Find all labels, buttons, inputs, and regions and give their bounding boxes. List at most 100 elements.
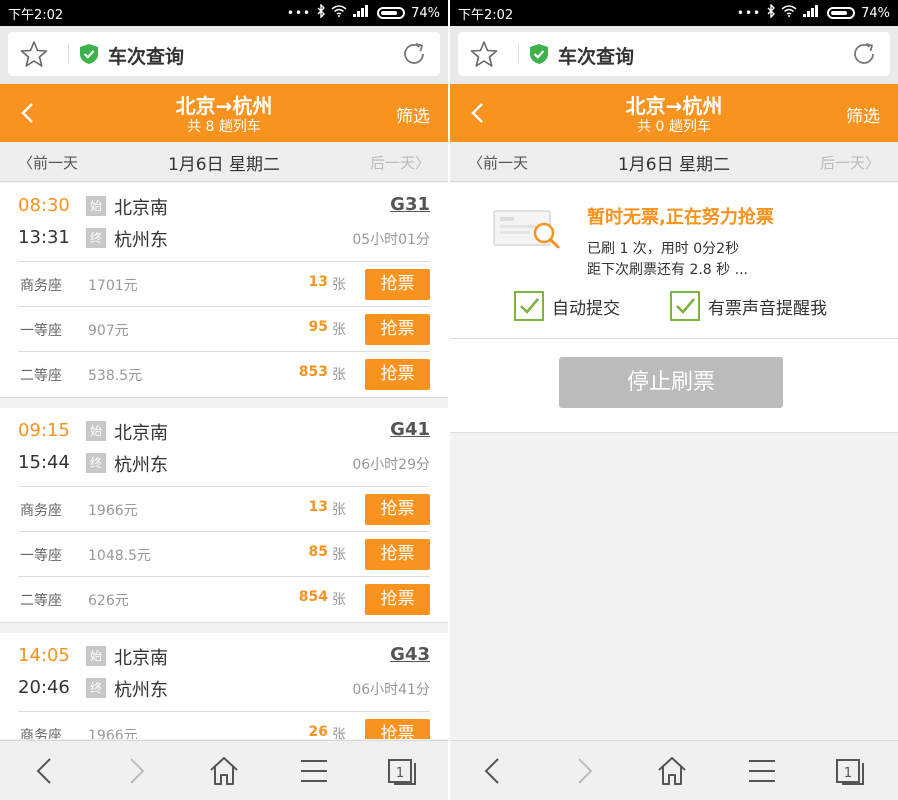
chevron-right-icon: 〉 <box>864 154 880 172</box>
travel-duration: 06小时41分 <box>352 682 430 698</box>
wifi-icon <box>781 5 797 21</box>
browser-toolbar: 1 <box>0 740 448 800</box>
seat-price: 626元 <box>88 593 129 609</box>
star-icon[interactable] <box>470 40 498 68</box>
shield-check-icon <box>78 43 100 65</box>
seat-row: 二等座 538.5元 853 张 抢票 <box>18 352 430 397</box>
seat-price: 1966元 <box>88 728 138 739</box>
arrival-time: 15:44 <box>18 452 70 473</box>
home-icon[interactable] <box>656 755 688 787</box>
ticket-count: 853 <box>298 364 328 380</box>
page-title: 车次查询 <box>108 46 185 68</box>
stop-refresh-button[interactable]: 停止刷票 <box>559 357 783 408</box>
chevron-right-icon: 〉 <box>414 154 430 172</box>
tabs-icon[interactable]: 1 <box>834 755 866 787</box>
next-refresh-text: 距下次刷票还有 2.8 秒 ... <box>587 262 748 278</box>
seat-row: 商务座 1701元 13 张 抢票 <box>18 262 430 307</box>
seat-class: 一等座 <box>20 548 62 564</box>
url-bar[interactable]: 车次查询 <box>458 32 890 76</box>
route-header: 北京→杭州 共 0 趟列车 筛选 <box>450 84 898 142</box>
train-number-link[interactable]: G41 <box>390 419 430 440</box>
ticket-unit: 张 <box>332 322 346 338</box>
seat-row: 一等座 1048.5元 85 张 抢票 <box>18 532 430 577</box>
sound-alert-checkbox[interactable]: 有票声音提醒我 <box>670 291 827 321</box>
seat-row: 商务座 1966元 26 张 抢票 <box>18 712 430 739</box>
train-card[interactable]: 09:15 15:44 始 终 北京南 杭州东 G41 06小时29分 商务座 … <box>0 408 448 623</box>
grab-ticket-button[interactable]: 抢票 <box>365 314 430 345</box>
arrow-right-icon[interactable] <box>567 755 599 787</box>
seat-class: 二等座 <box>20 593 62 609</box>
grab-ticket-panel: 暂时无票,正在努力抢票 已刷 1 次，用时 0分2秒 距下次刷票还有 2.8 秒… <box>450 183 898 433</box>
ticket-count: 26 <box>308 724 328 739</box>
menu-icon[interactable] <box>298 755 330 787</box>
arrow-left-icon[interactable] <box>30 755 62 787</box>
grab-status-title: 暂时无票,正在努力抢票 <box>587 207 774 228</box>
seat-row: 二等座 626元 854 张 抢票 <box>18 577 430 622</box>
notification-dots-icon: ••• <box>736 6 762 20</box>
date-bar: 〈前一天 1月6日 星期二 后一天〉 <box>450 142 898 182</box>
route-header: 北京→杭州 共 8 趟列车 筛选 <box>0 84 448 142</box>
start-station-badge: 始 <box>86 196 106 216</box>
signal-icon <box>353 5 371 21</box>
route-title: 北京→杭州 <box>625 94 723 118</box>
checkbox-checked-icon <box>514 291 544 321</box>
filter-button[interactable]: 筛选 <box>846 102 880 127</box>
ticket-unit: 张 <box>332 502 346 518</box>
auto-submit-label: 自动提交 <box>552 298 620 319</box>
filter-button[interactable]: 筛选 <box>396 102 430 127</box>
checkbox-checked-icon <box>670 291 700 321</box>
bluetooth-icon <box>767 3 776 22</box>
grab-ticket-button[interactable]: 抢票 <box>365 539 430 570</box>
auto-submit-checkbox[interactable]: 自动提交 <box>514 291 620 321</box>
left-screen: 下午2:02 ••• 74% 车次查询 北京→杭州 共 8 趟列车 筛选 〈前一… <box>0 0 448 800</box>
wifi-icon <box>331 5 347 21</box>
arrow-right-icon[interactable] <box>119 755 151 787</box>
ticket-search-icon <box>492 205 564 253</box>
seat-class: 商务座 <box>20 728 62 739</box>
arrival-time: 20:46 <box>18 677 70 698</box>
seat-class: 商务座 <box>20 278 62 294</box>
sound-alert-label: 有票声音提醒我 <box>708 298 827 319</box>
status-time: 下午2:02 <box>8 8 64 23</box>
home-icon[interactable] <box>208 755 240 787</box>
battery-level: 74% <box>411 5 440 21</box>
next-day-button[interactable]: 后一天〉 <box>820 152 880 173</box>
train-list[interactable]: 08:30 13:31 始 终 北京南 杭州东 G31 05小时01分 商务座 … <box>0 183 448 739</box>
svg-text:1: 1 <box>844 766 852 781</box>
tabs-icon[interactable]: 1 <box>386 755 418 787</box>
ticket-count: 13 <box>308 274 328 290</box>
next-day-button[interactable]: 后一天〉 <box>370 152 430 173</box>
departure-time: 14:05 <box>18 645 70 666</box>
seat-class: 二等座 <box>20 368 62 384</box>
next-day-label: 后一天 <box>369 154 415 172</box>
travel-duration: 05小时01分 <box>352 232 430 248</box>
arrival-station: 杭州东 <box>114 680 168 701</box>
ticket-unit: 张 <box>332 592 346 608</box>
seat-row: 商务座 1966元 13 张 抢票 <box>18 487 430 532</box>
url-separator <box>518 44 519 64</box>
signal-icon <box>803 5 821 21</box>
train-card[interactable]: 08:30 13:31 始 终 北京南 杭州东 G31 05小时01分 商务座 … <box>0 183 448 398</box>
departure-station: 北京南 <box>114 423 168 444</box>
url-bar[interactable]: 车次查询 <box>8 32 440 76</box>
ticket-unit: 张 <box>332 367 346 383</box>
departure-station: 北京南 <box>114 648 168 669</box>
arrow-left-icon[interactable] <box>478 755 510 787</box>
grab-ticket-button[interactable]: 抢票 <box>365 719 430 739</box>
train-number-link[interactable]: G31 <box>390 194 430 215</box>
ticket-count: 95 <box>308 319 328 335</box>
seat-price: 1048.5元 <box>88 548 151 564</box>
menu-icon[interactable] <box>746 755 778 787</box>
arrival-station: 杭州东 <box>114 455 168 476</box>
train-number-link[interactable]: G43 <box>390 644 430 665</box>
svg-text:1: 1 <box>396 766 404 781</box>
grab-ticket-button[interactable]: 抢票 <box>365 269 430 300</box>
grab-ticket-button[interactable]: 抢票 <box>365 359 430 390</box>
star-icon[interactable] <box>20 40 48 68</box>
grab-ticket-button[interactable]: 抢票 <box>365 494 430 525</box>
reload-icon[interactable] <box>850 40 878 68</box>
grab-ticket-button[interactable]: 抢票 <box>365 584 430 615</box>
departure-time: 09:15 <box>18 420 70 441</box>
reload-icon[interactable] <box>400 40 428 68</box>
train-card[interactable]: 14:05 20:46 始 终 北京南 杭州东 G43 06小时41分 商务座 … <box>0 633 448 739</box>
